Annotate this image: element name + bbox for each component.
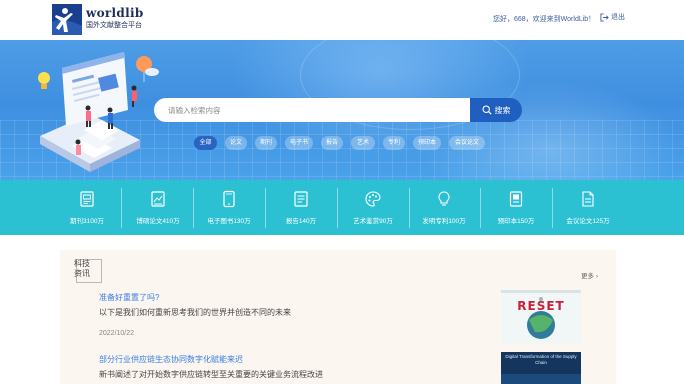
search-button-label: 搜索 bbox=[494, 105, 511, 115]
more-link[interactable]: 更多 › bbox=[581, 270, 598, 280]
welcome-text: 您好，668，欢迎来到WorldLib！ bbox=[493, 16, 596, 23]
tab-thesis[interactable]: 论文 bbox=[225, 136, 247, 150]
tab-all[interactable]: 全部 bbox=[194, 136, 217, 150]
chevron-right-icon: › bbox=[595, 273, 598, 280]
library-illustration bbox=[32, 48, 162, 176]
preprint-icon bbox=[509, 191, 523, 207]
logout-label: 退出 bbox=[611, 14, 625, 21]
tab-art[interactable]: 艺术 bbox=[351, 136, 375, 150]
top-header: worldlib 国外文献整合平台 您好，668，欢迎来到WorldLib！ 退… bbox=[0, 0, 684, 40]
journal-icon bbox=[80, 191, 94, 207]
search-input[interactable] bbox=[154, 98, 472, 122]
cover-title: Digital Transformation of the Supply Cha… bbox=[505, 354, 577, 365]
badge-line-2: 资讯 bbox=[74, 269, 90, 278]
logout-icon bbox=[600, 12, 609, 22]
stat-label: 会议论文125万 bbox=[566, 218, 610, 225]
more-label: 更多 bbox=[581, 273, 594, 280]
news-title-link[interactable]: 准备好重置了吗? bbox=[99, 292, 159, 303]
logout-button[interactable]: 退出 bbox=[600, 12, 625, 22]
stat-label: 电子图书130万 bbox=[207, 218, 251, 225]
badge-line-1: 科技 bbox=[74, 259, 90, 268]
lightbulb-icon bbox=[438, 191, 450, 206]
stat-thesis[interactable]: 博硕论文410万 bbox=[122, 180, 194, 235]
logo-text: worldlib 国外文献整合平台 bbox=[86, 6, 144, 31]
stat-label: 预印本150万 bbox=[497, 218, 535, 225]
report-icon bbox=[294, 191, 308, 207]
tab-report[interactable]: 报告 bbox=[321, 136, 343, 150]
tab-preprint[interactable]: 预印本 bbox=[413, 136, 441, 150]
logo-name: worldlib bbox=[86, 6, 144, 20]
stat-label: 报告140万 bbox=[285, 218, 317, 225]
tab-patent[interactable]: 专利 bbox=[383, 136, 405, 150]
search-button[interactable]: 搜索 bbox=[470, 98, 522, 122]
news-title-link[interactable]: 部分行业供应链生态协同数字化赋能来迟 bbox=[99, 354, 243, 365]
badge-label: 科技 资讯 bbox=[74, 259, 90, 279]
logo-subtitle: 国外文献整合平台 bbox=[86, 22, 142, 29]
news-subtitle: 以下是我们如何重新思考我们的世界并创造不同的未来 bbox=[99, 308, 291, 317]
stat-label: 艺术鉴赏90万 bbox=[353, 218, 393, 225]
stat-report[interactable]: 报告140万 bbox=[265, 180, 337, 235]
news-date: 2022/10/22 bbox=[99, 330, 135, 337]
palette-icon bbox=[365, 191, 381, 207]
tab-ebook[interactable]: 电子书 bbox=[285, 136, 313, 150]
conference-icon bbox=[582, 191, 594, 207]
stat-art[interactable]: 艺术鉴赏90万 bbox=[337, 180, 409, 235]
search-bar: 搜索 bbox=[154, 98, 522, 122]
tablet-icon bbox=[223, 190, 235, 208]
resource-stats: 期刊3100万 博硕论文410万 电子图书130万 报告140万 艺术鉴赏90万… bbox=[0, 180, 684, 235]
search-icon bbox=[481, 105, 492, 115]
stat-journal[interactable]: 期刊3100万 bbox=[51, 180, 123, 235]
stat-preprint[interactable]: 预印本150万 bbox=[480, 180, 552, 235]
tech-news-badge: 科技 资讯 bbox=[74, 257, 102, 283]
thesis-icon bbox=[151, 191, 165, 207]
tab-conference[interactable]: 会议论文 bbox=[449, 136, 485, 150]
tab-journal[interactable]: 期刊 bbox=[255, 136, 277, 150]
stat-label: 发明专利100万 bbox=[422, 218, 466, 225]
cover-title: RESET bbox=[517, 299, 565, 313]
stat-patent[interactable]: 发明专利100万 bbox=[408, 180, 480, 235]
stat-label: 博硕论文410万 bbox=[136, 218, 180, 225]
stat-label: 期刊3100万 bbox=[70, 218, 104, 225]
stat-ebook[interactable]: 电子图书130万 bbox=[193, 180, 265, 235]
stat-conference[interactable]: 会议论文125万 bbox=[552, 180, 624, 235]
news-subtitle: 新书阐述了对开始数字供应链转型至关重要的关键业务流程改进 bbox=[99, 370, 323, 379]
worldlib-logo[interactable] bbox=[52, 4, 82, 35]
